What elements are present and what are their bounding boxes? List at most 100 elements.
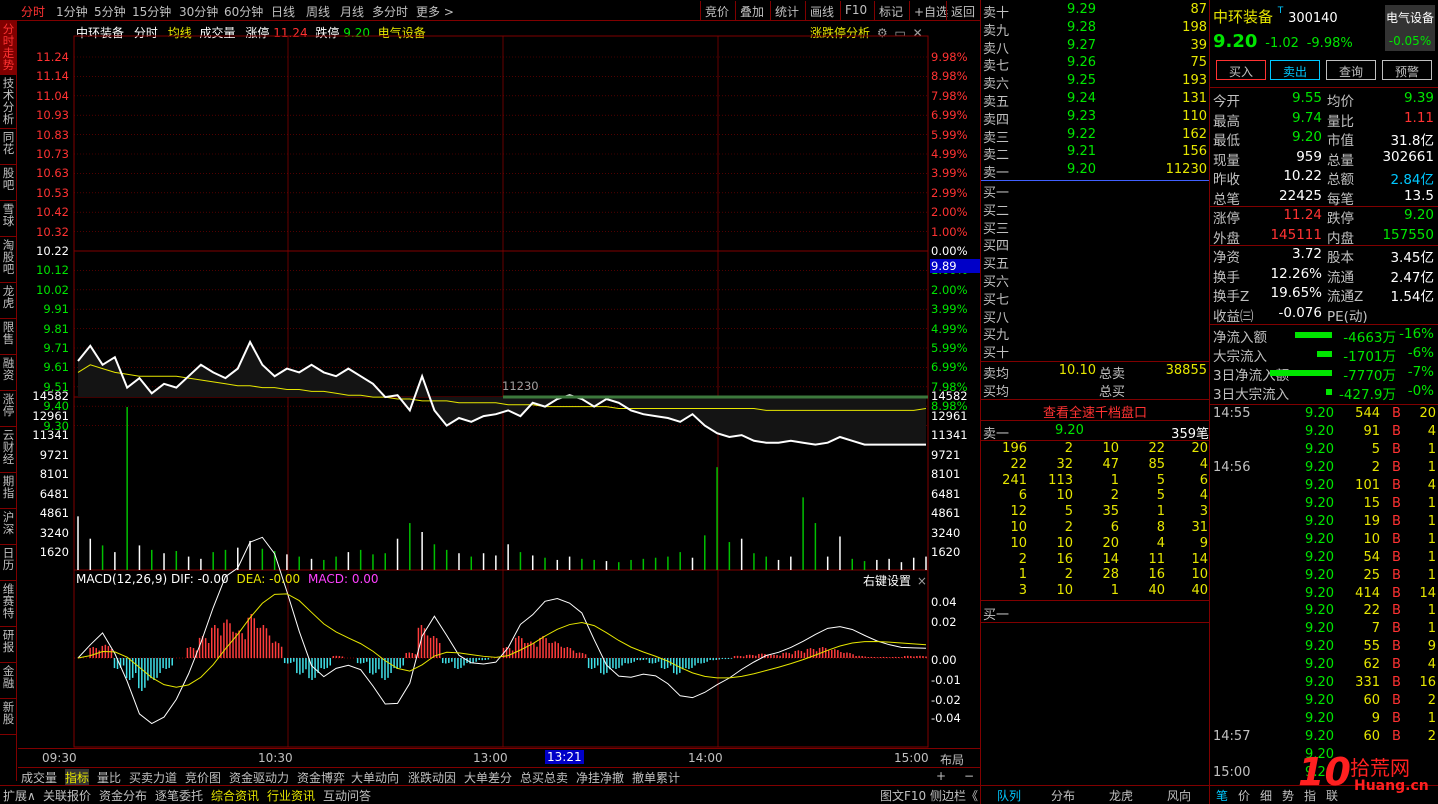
left-tab-1[interactable]: 技术分析 [0,75,17,129]
tab-queue[interactable]: 队列 [997,787,1021,804]
tab-interactive-qa[interactable]: 互动问答 [323,787,371,804]
bid-row[interactable]: 买二 [981,200,1211,219]
tab-big-order-diff[interactable]: 大单差分 [464,769,512,786]
tab-volume[interactable]: 成交量 [21,769,57,786]
period-tab-30min[interactable]: 30分钟 [179,3,218,20]
tab-auction-chart[interactable]: 竞价图 [185,769,221,786]
left-tab-16[interactable]: 金融 [0,663,17,699]
tab-composite-news[interactable]: 综合资讯 [211,787,259,804]
view-full-depth-link[interactable]: 查看全速千档盘口 [981,402,1209,421]
add-tab-icon[interactable]: + [936,769,946,783]
left-tab-2[interactable]: 同花 [0,129,17,165]
left-tab-9[interactable]: 涨停 [0,391,17,427]
period-tab-60min[interactable]: 60分钟 [224,3,263,20]
left-tab-12[interactable]: 沪深 [0,509,17,545]
quote-key: 总额 [1327,172,1354,188]
period-tab-multi[interactable]: 多分时 [372,3,408,20]
tab-fund-drive[interactable]: 资金驱动力 [229,769,289,786]
tab-indicator[interactable]: 指标 [65,769,90,786]
left-tab-8[interactable]: 融资 [0,355,17,391]
left-tab-17[interactable]: 新股 [0,699,17,735]
tab-buy-sell-force[interactable]: 买卖力道 [129,769,177,786]
period-tab-monthly[interactable]: 月线 [340,3,364,20]
ask-row[interactable]: 卖二 9.21 156 [981,144,1211,163]
period-tab-daily[interactable]: 日线 [271,3,295,20]
tab-fund-game[interactable]: 资金博弈 [297,769,345,786]
remove-tab-icon[interactable]: − [964,769,974,783]
tab-price[interactable]: 价 [1238,787,1250,804]
bid-row[interactable]: 买四 [981,235,1211,254]
ask-row[interactable]: 卖八 9.27 39 [981,38,1211,57]
auction-button[interactable]: 竞价 [700,1,733,20]
bid-row[interactable]: 买五 [981,253,1211,272]
mark-button[interactable]: 标记 [874,1,907,20]
left-tab-3[interactable]: 股吧 [0,165,17,201]
ask-row[interactable]: 卖十 9.29 87 [981,2,1211,21]
left-tab-15[interactable]: 研报 [0,627,17,663]
bid-row[interactable]: 买一 [981,182,1211,201]
left-tab-6[interactable]: 龙虎 [0,283,17,319]
tab-detail[interactable]: 细 [1260,787,1272,804]
bid-row[interactable]: 买六 [981,271,1211,290]
left-tab-5[interactable]: 淘股吧 [0,237,17,283]
tab-cancel-cumul[interactable]: 撤单累计 [632,769,680,786]
period-tab-weekly[interactable]: 周线 [306,3,330,20]
alert-button[interactable]: 预警 [1382,60,1432,80]
tab-total-buy-sell[interactable]: 总买总卖 [520,769,568,786]
tab-sidebar[interactable]: 侧边栏《 [930,787,978,804]
period-tab-fenshi[interactable]: 分时 [21,3,45,20]
tab-distribution[interactable]: 分布 [1051,787,1075,804]
ask-row[interactable]: 卖三 9.22 162 [981,127,1211,146]
layout-button[interactable]: 布局 [940,751,964,768]
left-tab-13[interactable]: 日历 [0,545,17,581]
tab-trend[interactable]: 势 [1282,787,1294,804]
tab-rise-fall-cause[interactable]: 涨跌动因 [408,769,456,786]
tab-related-quote[interactable]: 关联报价 [43,787,91,804]
period-tab-1min[interactable]: 1分钟 [56,3,88,20]
macd-close-icon[interactable]: × [917,574,927,588]
bid-row[interactable]: 买十 [981,342,1211,361]
bid-row[interactable]: 买八 [981,307,1211,326]
avg-bid-label: 买均 [983,385,1010,400]
left-tab-10[interactable]: 云财经 [0,427,17,473]
macd-settings[interactable]: 右键设置 × [863,572,927,589]
left-tab-0[interactable]: 分时走势 [0,21,17,75]
tab-graphic-f10[interactable]: 图文F10 [880,787,926,804]
tab-big-order[interactable]: 大单动向 [351,769,399,786]
tab-tick[interactable]: 笔 [1216,787,1228,804]
ask-row[interactable]: 卖九 9.28 198 [981,20,1211,39]
left-tab-11[interactable]: 期指 [0,473,17,509]
f10-button[interactable]: F10 [840,1,871,20]
sector-button[interactable]: 电气设备 -0.05% [1385,5,1435,51]
bid-row[interactable]: 买三 [981,218,1211,237]
sell-button[interactable]: 卖出 [1270,60,1320,80]
tab-dragon-tiger[interactable]: 龙虎 [1109,787,1133,804]
ask-row[interactable]: 卖七 9.26 75 [981,55,1211,74]
period-tab-more[interactable]: 更多 > [416,3,454,20]
back-button[interactable]: 返回 [946,1,979,20]
tab-wind-direction[interactable]: 风向 [1167,787,1191,804]
ask-row[interactable]: 卖五 9.24 131 [981,91,1211,110]
period-tab-5min[interactable]: 5分钟 [94,3,126,20]
tab-order-by-order[interactable]: 逐笔委托 [155,787,203,804]
bid-row[interactable]: 买七 [981,289,1211,308]
ask-row[interactable]: 卖四 9.23 110 [981,109,1211,128]
ask-row[interactable]: 卖一 9.20 11230 [981,162,1211,181]
tab-expand[interactable]: 扩展∧ [3,787,36,804]
left-tab-14[interactable]: 维赛特 [0,581,17,627]
period-tab-15min[interactable]: 15分钟 [132,3,171,20]
tab-volume-ratio[interactable]: 量比 [97,769,121,786]
left-tab-4[interactable]: 雪球 [0,201,17,237]
ask-row[interactable]: 卖六 9.25 193 [981,73,1211,92]
tab-fund-distribution[interactable]: 资金分布 [99,787,147,804]
stats-button[interactable]: 统计 [770,1,803,20]
tab-industry-news[interactable]: 行业资讯 [267,787,315,804]
bid-row[interactable]: 买九 [981,324,1211,343]
buy-button[interactable]: 买入 [1216,60,1266,80]
tab-net-order[interactable]: 净挂净撤 [576,769,624,786]
overlay-button[interactable]: 叠加 [735,1,768,20]
query-button[interactable]: 查询 [1326,60,1376,80]
draw-line-button[interactable]: 画线 [805,1,838,20]
left-tab-7[interactable]: 限售 [0,319,17,355]
intraday-chart[interactable]: 中环装备 分时 均线 成交量 涨停 11.24 跌停 9.20 电气设备 涨跌停… [18,21,980,767]
